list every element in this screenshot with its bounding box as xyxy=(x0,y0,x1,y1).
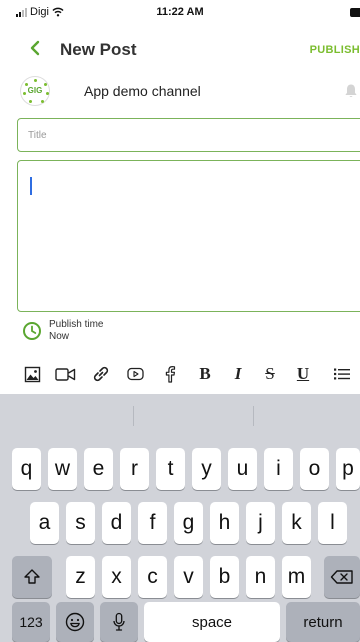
status-bar: Digi 11:22 AM xyxy=(0,0,360,30)
delete-key[interactable] xyxy=(324,556,360,598)
delete-icon xyxy=(330,570,353,584)
key-v[interactable]: v xyxy=(174,556,203,598)
bell-icon[interactable] xyxy=(344,83,358,99)
bulleted-list-button[interactable] xyxy=(330,362,354,386)
microphone-key[interactable] xyxy=(100,602,138,642)
key-d[interactable]: d xyxy=(102,502,131,544)
video-icon xyxy=(54,367,75,381)
strikethrough-button[interactable]: S xyxy=(260,362,280,386)
insert-video-button[interactable] xyxy=(53,362,77,386)
key-t[interactable]: t xyxy=(156,448,185,490)
publish-button[interactable]: PUBLISH xyxy=(310,44,360,56)
key-c[interactable]: c xyxy=(138,556,167,598)
key-w[interactable]: w xyxy=(48,448,77,490)
key-i[interactable]: i xyxy=(264,448,293,490)
clock-icon xyxy=(23,322,41,340)
insert-facebook-button[interactable] xyxy=(160,362,180,386)
title-field[interactable] xyxy=(17,118,360,152)
text-caret xyxy=(30,177,32,195)
insert-image-button[interactable] xyxy=(22,362,42,386)
underline-button[interactable]: U xyxy=(293,362,313,386)
key-p[interactable]: p xyxy=(336,448,360,490)
key-q[interactable]: q xyxy=(12,448,41,490)
key-k[interactable]: k xyxy=(282,502,311,544)
link-icon xyxy=(93,366,109,382)
key-h[interactable]: h xyxy=(210,502,239,544)
key-j[interactable]: j xyxy=(246,502,275,544)
key-r[interactable]: r xyxy=(120,448,149,490)
suggestion-divider xyxy=(133,406,134,426)
title-input[interactable] xyxy=(18,119,360,151)
back-button[interactable] xyxy=(30,38,40,60)
numbers-key[interactable]: 123 xyxy=(12,602,50,642)
suggestion-bar xyxy=(0,394,360,436)
key-e[interactable]: e xyxy=(84,448,113,490)
youtube-icon xyxy=(126,367,144,381)
key-f[interactable]: f xyxy=(138,502,167,544)
key-b[interactable]: b xyxy=(210,556,239,598)
battery-icon xyxy=(350,8,360,17)
emoji-icon xyxy=(65,612,85,632)
facebook-icon xyxy=(165,366,176,383)
key-y[interactable]: y xyxy=(192,448,221,490)
channel-row: GIG App demo channel xyxy=(0,76,360,108)
post-body-textarea[interactable] xyxy=(17,160,360,312)
key-s[interactable]: s xyxy=(66,502,95,544)
chevron-left-icon xyxy=(30,40,40,56)
channel-name: App demo channel xyxy=(84,83,201,99)
key-l[interactable]: l xyxy=(318,502,347,544)
key-z[interactable]: z xyxy=(66,556,95,598)
keyboard: q w e r t y u i o p a s d f g h j k l z … xyxy=(0,394,360,642)
formatting-toolbar: B I S U xyxy=(0,356,360,392)
insert-youtube-button[interactable] xyxy=(125,362,145,386)
shift-icon xyxy=(24,569,40,584)
space-key[interactable]: space xyxy=(144,602,280,642)
key-g[interactable]: g xyxy=(174,502,203,544)
channel-logo: GIG xyxy=(20,76,50,106)
nav-bar: New Post PUBLISH xyxy=(0,34,360,66)
key-m[interactable]: m xyxy=(282,556,311,598)
channel-logo-text: GIG xyxy=(27,86,43,95)
key-x[interactable]: x xyxy=(102,556,131,598)
image-icon xyxy=(24,366,40,382)
key-a[interactable]: a xyxy=(30,502,59,544)
shift-key[interactable] xyxy=(12,556,52,598)
key-u[interactable]: u xyxy=(228,448,257,490)
list-icon xyxy=(334,368,350,380)
suggestion-divider xyxy=(253,406,254,426)
italic-button[interactable]: I xyxy=(228,362,248,386)
key-n[interactable]: n xyxy=(246,556,275,598)
insert-link-button[interactable] xyxy=(91,362,111,386)
status-time: 11:22 AM xyxy=(156,6,204,18)
publish-time-label: Publish time xyxy=(49,319,104,330)
page-title: New Post xyxy=(60,40,137,59)
key-o[interactable]: o xyxy=(300,448,329,490)
bold-button[interactable]: B xyxy=(195,362,215,386)
return-key[interactable]: return xyxy=(286,602,360,642)
publish-time-value: Now xyxy=(49,331,70,342)
microphone-icon xyxy=(113,612,125,631)
emoji-key[interactable] xyxy=(56,602,94,642)
